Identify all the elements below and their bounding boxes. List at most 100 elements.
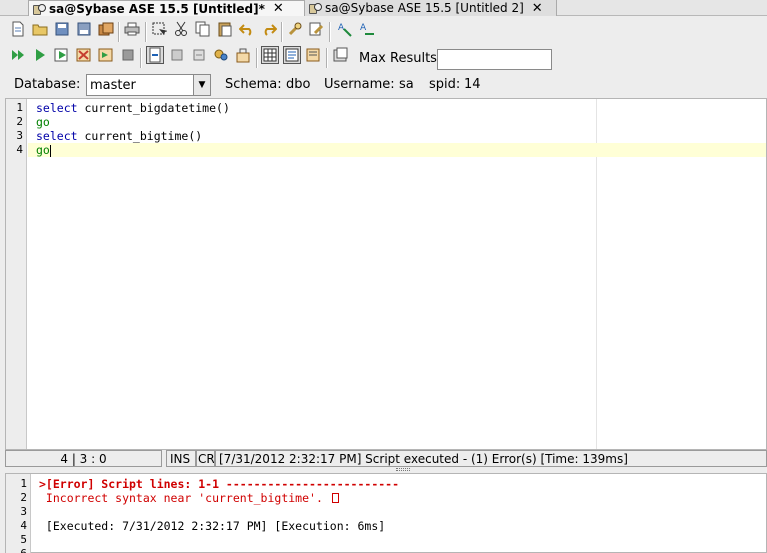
close-icon[interactable]: ✕ bbox=[532, 1, 543, 16]
splitter-grip[interactable] bbox=[396, 468, 410, 471]
main-toolbar: A A bbox=[0, 20, 767, 44]
line-ending: CR bbox=[196, 450, 215, 467]
database-select[interactable]: master ▼ bbox=[86, 74, 211, 96]
database-select-value: master bbox=[90, 78, 136, 93]
sql-editor[interactable]: 1 2 3 4 select current_bigdatetime() go … bbox=[5, 98, 767, 450]
sql-text: current_bigdatetime() bbox=[77, 101, 230, 115]
insert-mode: INS bbox=[166, 450, 196, 467]
username-value: sa bbox=[399, 77, 414, 92]
tab-untitled[interactable]: sa@Sybase ASE 15.5 [Untitled]* ✕ bbox=[28, 0, 305, 16]
line-number: 4 bbox=[20, 519, 27, 532]
spid-value: 14 bbox=[464, 77, 481, 92]
copy-icon[interactable] bbox=[194, 20, 212, 38]
replace-icon[interactable] bbox=[308, 20, 326, 38]
code-line-current[interactable]: go bbox=[28, 143, 766, 157]
tab-untitled-2[interactable]: sa@Sybase ASE 15.5 [Untitled 2] ✕ bbox=[305, 0, 557, 16]
rollback-icon[interactable] bbox=[190, 46, 208, 64]
line-number: 3 bbox=[16, 129, 23, 142]
line-number: 1 bbox=[16, 101, 23, 114]
toolbar-separator bbox=[140, 48, 142, 68]
auto-commit-icon[interactable] bbox=[146, 46, 164, 64]
query-builder-icon[interactable] bbox=[234, 46, 252, 64]
output-panel[interactable]: 1 2 3 4 5 6 >[Error] Script lines: 1-1 -… bbox=[5, 473, 767, 553]
error-message-text: Incorrect syntax near 'current_bigtime'. bbox=[39, 491, 330, 505]
results-in-text-icon[interactable] bbox=[283, 46, 301, 64]
execution-toolbar: Max Results: bbox=[0, 46, 767, 70]
output-text[interactable]: >[Error] Script lines: 1-1 -------------… bbox=[32, 477, 766, 553]
sql-assist-icon[interactable]: A bbox=[358, 20, 376, 38]
results-to-file-icon[interactable] bbox=[305, 46, 323, 64]
execution-info: [Executed: 7/31/2012 2:32:17 PM] [Execut… bbox=[39, 519, 386, 533]
output-line-gutter: 1 2 3 4 5 6 bbox=[6, 474, 31, 553]
line-number: 5 bbox=[20, 533, 27, 546]
paste-icon[interactable] bbox=[216, 20, 234, 38]
print-icon[interactable] bbox=[123, 20, 141, 38]
new-file-icon[interactable] bbox=[9, 20, 27, 38]
code-line[interactable]: select current_bigtime() bbox=[28, 129, 766, 143]
toolbar-separator bbox=[256, 48, 258, 68]
tab-bar: sa@Sybase ASE 15.5 [Untitled]* ✕ sa@Syba… bbox=[0, 0, 767, 16]
close-icon[interactable]: ✕ bbox=[273, 1, 284, 16]
line-number: 1 bbox=[20, 477, 27, 490]
schema-label: Schema: bbox=[225, 77, 282, 92]
unknown-char-icon bbox=[331, 493, 339, 503]
tab-label: sa@Sybase ASE 15.5 [Untitled 2] bbox=[325, 1, 524, 15]
status-message: [7/31/2012 2:32:17 PM] Script executed -… bbox=[215, 450, 767, 467]
find-icon[interactable] bbox=[286, 20, 304, 38]
format-sql-icon[interactable]: A bbox=[336, 20, 354, 38]
status-bar: 4 | 3 : 0 INS CR [7/31/2012 2:32:17 PM] … bbox=[5, 450, 767, 467]
line-number: 2 bbox=[16, 115, 23, 128]
sql-go: go bbox=[36, 143, 50, 157]
tab-label: sa@Sybase ASE 15.5 [Untitled]* bbox=[49, 1, 265, 16]
sql-editor-window: sa@Sybase ASE 15.5 [Untitled]* ✕ sa@Syba… bbox=[0, 0, 767, 553]
error-header: >[Error] Script lines: 1-1 -------------… bbox=[39, 477, 400, 491]
line-number: 6 bbox=[6, 547, 30, 553]
sql-text: current_bigtime() bbox=[77, 129, 203, 143]
open-folder-icon[interactable] bbox=[31, 20, 49, 38]
code-line[interactable]: select current_bigdatetime() bbox=[28, 101, 766, 115]
toolbar-separator bbox=[145, 22, 147, 42]
execute-explain-icon[interactable] bbox=[75, 46, 93, 64]
editor-code-area[interactable]: select current_bigdatetime() go select c… bbox=[28, 101, 766, 157]
cursor-position: 4 | 3 : 0 bbox=[5, 450, 162, 467]
save-as-icon[interactable] bbox=[75, 20, 93, 38]
sql-keyword: select bbox=[36, 129, 78, 143]
svg-text:A: A bbox=[338, 23, 345, 33]
toolbar-separator bbox=[329, 22, 331, 42]
database-connection-icon bbox=[32, 3, 46, 15]
history-icon[interactable] bbox=[332, 46, 350, 64]
line-number: 4 bbox=[16, 143, 23, 156]
schema-value: dbo bbox=[286, 77, 311, 92]
redo-icon[interactable] bbox=[260, 20, 278, 38]
database-connection-icon bbox=[308, 2, 322, 14]
line-number: 2 bbox=[20, 491, 27, 504]
save-all-icon[interactable] bbox=[97, 20, 115, 38]
results-in-grid-icon[interactable] bbox=[261, 46, 279, 64]
chevron-down-icon[interactable]: ▼ bbox=[193, 75, 210, 95]
commit-icon[interactable] bbox=[168, 46, 186, 64]
spid-label: spid: bbox=[429, 77, 461, 92]
line-number: 3 bbox=[20, 505, 27, 518]
select-all-icon[interactable] bbox=[150, 20, 168, 38]
sql-go: go bbox=[36, 115, 50, 129]
undo-icon[interactable] bbox=[238, 20, 256, 38]
max-results-input[interactable] bbox=[437, 49, 552, 70]
toolbar-separator bbox=[281, 22, 283, 42]
cut-icon[interactable] bbox=[172, 20, 190, 38]
execute-current-icon[interactable] bbox=[53, 46, 71, 64]
sql-keyword: select bbox=[36, 101, 78, 115]
svg-text:A: A bbox=[360, 23, 367, 33]
error-message: Incorrect syntax near 'current_bigtime'. bbox=[32, 491, 766, 505]
execute-all-icon[interactable] bbox=[9, 46, 27, 64]
execute-icon[interactable] bbox=[31, 46, 49, 64]
code-line[interactable]: go bbox=[28, 115, 766, 129]
transaction-icon[interactable] bbox=[212, 46, 230, 64]
save-icon[interactable] bbox=[53, 20, 71, 38]
toolbar-separator bbox=[118, 22, 120, 42]
stop-icon[interactable] bbox=[119, 46, 137, 64]
execute-to-file-icon[interactable] bbox=[97, 46, 115, 64]
max-results-label: Max Results: bbox=[359, 51, 442, 66]
editor-line-gutter: 1 2 3 4 bbox=[6, 99, 27, 449]
